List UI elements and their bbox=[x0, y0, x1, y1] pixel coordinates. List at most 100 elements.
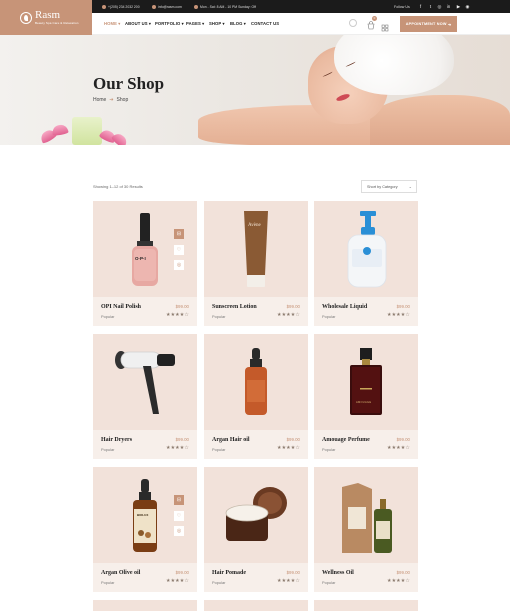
product-image[interactable] bbox=[314, 467, 418, 563]
facebook-icon[interactable]: f bbox=[418, 4, 423, 9]
youtube-icon[interactable]: ▶ bbox=[456, 4, 461, 9]
heart-icon[interactable]: ♡ bbox=[174, 511, 184, 521]
mail-icon bbox=[152, 4, 156, 9]
nav-shop[interactable]: SHOP ▾ bbox=[209, 21, 225, 26]
rating-stars: ★★★★☆ bbox=[165, 446, 189, 451]
rating-stars: ★★★★☆ bbox=[165, 579, 189, 584]
product-price: $99.00 bbox=[396, 304, 410, 309]
product-price: $99.00 bbox=[396, 570, 410, 575]
breadcrumb-current: Shop bbox=[116, 97, 129, 103]
product-image[interactable]: Avène bbox=[204, 201, 308, 297]
rss-icon[interactable]: ◉ bbox=[465, 4, 470, 9]
twitter-icon[interactable]: t bbox=[428, 4, 433, 9]
rating-stars: ★★★★☆ bbox=[165, 313, 189, 318]
instagram-icon[interactable]: ◎ bbox=[437, 4, 442, 9]
nav-home[interactable]: HOME ▾ bbox=[104, 21, 120, 26]
product-image[interactable] bbox=[93, 334, 197, 430]
product-category: Popular bbox=[322, 314, 336, 319]
nav-contact[interactable]: CONTACT US bbox=[251, 21, 279, 26]
email-info[interactable]: info@rasm.com bbox=[152, 2, 182, 11]
product-name[interactable]: Hair Dryers bbox=[101, 437, 132, 443]
linkedin-icon[interactable]: in bbox=[446, 4, 451, 9]
product-card[interactable]: Hair Dryers $99.00 Popular ★★★★☆ bbox=[93, 334, 197, 459]
eye-icon[interactable]: ◎ bbox=[174, 260, 184, 270]
lotus-logo-icon bbox=[20, 11, 32, 24]
rating-stars: ★★★★☆ bbox=[276, 313, 300, 318]
follow-label: Follow Us bbox=[394, 4, 410, 9]
product-name[interactable]: Hair Pomade bbox=[212, 570, 246, 576]
hours-text: Mon - Sat: 8 AM - 10 PM Sunday: Off bbox=[200, 4, 256, 9]
product-card[interactable]: AMOUAGE Amouage Perfume $99.00 Popular ★… bbox=[314, 334, 418, 459]
product-category: Popular bbox=[322, 447, 336, 452]
product-image[interactable]: O·P·I ⊟ ♡ ◎ bbox=[93, 201, 197, 297]
product-image[interactable]: AMOUAGE bbox=[314, 334, 418, 430]
product-image[interactable] bbox=[204, 467, 308, 563]
product-card[interactable]: BIOLUX ⊟ ♡ ◎ Argan Olive oil $99.00 Popu… bbox=[93, 467, 197, 592]
brand-name: Rasm bbox=[35, 8, 61, 21]
search-icon[interactable] bbox=[349, 19, 357, 27]
nav-portfolio[interactable]: PORTFOLIO ▾ bbox=[155, 21, 184, 26]
cart-icon[interactable]: ⊟ bbox=[174, 229, 184, 239]
page-hero: Our Shop Home ➔ Shop bbox=[0, 35, 510, 145]
brand-logo[interactable]: Rasm Beauty Spa Care & Relaxation bbox=[0, 0, 92, 35]
breadcrumb: Home ➔ Shop bbox=[93, 97, 128, 103]
product-name[interactable]: Wholesale Liquid bbox=[322, 304, 367, 310]
product-info: Amouage Perfume $99.00 Popular ★★★★☆ bbox=[314, 430, 418, 459]
product-info: OPI Nail Polish $99.00 Popular ★★★★☆ bbox=[93, 297, 197, 326]
rating-stars: ★★★★☆ bbox=[386, 313, 410, 318]
product-card[interactable]: O·P·I ⊟ ♡ ◎ OPI Nail Polish $99.00 Popul… bbox=[93, 201, 197, 326]
product-card[interactable]: Wellness Oil $99.00 Popular ★★★★☆ bbox=[314, 467, 418, 592]
product-category: Popular bbox=[322, 580, 336, 585]
product-price: $99.00 bbox=[396, 437, 410, 442]
sort-select[interactable]: Short by Category ⌄ bbox=[361, 180, 417, 193]
product-name[interactable]: OPI Nail Polish bbox=[101, 304, 141, 310]
product-category: Popular bbox=[101, 580, 115, 585]
product-image[interactable] bbox=[314, 201, 418, 297]
product-info: Argan Olive oil $99.00 Popular ★★★★☆ bbox=[93, 563, 197, 592]
rating-stars: ★★★★☆ bbox=[386, 446, 410, 451]
product-price: $99.00 bbox=[175, 437, 189, 442]
product-price: $99.00 bbox=[175, 304, 189, 309]
product-name[interactable]: Argan Olive oil bbox=[101, 570, 140, 576]
heart-icon[interactable]: ♡ bbox=[174, 245, 184, 255]
phone-info: +(205) 234 2032 200 bbox=[102, 2, 140, 11]
results-count: Showing 1–12 of 30 Results bbox=[93, 184, 143, 189]
chevron-down-icon: ⌄ bbox=[408, 184, 412, 189]
product-info: Wholesale Liquid $99.00 Popular ★★★★☆ bbox=[314, 297, 418, 326]
rating-stars: ★★★★☆ bbox=[276, 579, 300, 584]
grid-menu-icon[interactable] bbox=[381, 19, 389, 32]
hero-image-shoulder bbox=[370, 95, 510, 145]
clock-icon bbox=[194, 4, 198, 9]
nav-about[interactable]: ABOUT US ▾ bbox=[125, 21, 151, 26]
eye-icon[interactable]: ◎ bbox=[174, 526, 184, 536]
perfume-label: AMOUAGE bbox=[356, 401, 372, 404]
hero-candle bbox=[72, 117, 102, 145]
appointment-button[interactable]: APPOINTMENT NOW ➔ bbox=[400, 16, 457, 32]
nav-pages[interactable]: PAGES ▾ bbox=[186, 21, 204, 26]
nav-blog[interactable]: BLOG ▾ bbox=[230, 21, 246, 26]
oil-label: BIOLUX bbox=[137, 513, 149, 517]
product-image[interactable]: BIOLUX ⊟ ♡ ◎ bbox=[93, 467, 197, 563]
product-card[interactable]: Wholesale Liquid $99.00 Popular ★★★★☆ bbox=[314, 201, 418, 326]
shop-page: +(205) 234 2032 200 info@rasm.com Mon - … bbox=[0, 0, 510, 611]
product-name[interactable]: Sunscreen Lotion bbox=[212, 304, 257, 310]
product-name[interactable]: Wellness Oil bbox=[322, 570, 354, 576]
product-card[interactable]: Hair Pomade $99.00 Popular ★★★★☆ bbox=[204, 467, 308, 592]
brand-tagline: Beauty Spa Care & Relaxation bbox=[35, 20, 79, 25]
product-card-partial[interactable] bbox=[204, 600, 308, 611]
product-name[interactable]: Argan Hair oil bbox=[212, 437, 250, 443]
product-card[interactable]: Argan Hair oil $99.00 Popular ★★★★☆ bbox=[204, 334, 308, 459]
product-card-partial[interactable] bbox=[314, 600, 418, 611]
email-text[interactable]: info@rasm.com bbox=[158, 5, 182, 9]
product-image[interactable] bbox=[204, 334, 308, 430]
product-card[interactable]: Avène Sunscreen Lotion $99.00 Popular ★★… bbox=[204, 201, 308, 326]
product-category: Popular bbox=[101, 447, 115, 452]
product-card-partial[interactable] bbox=[93, 600, 197, 611]
cart-icon[interactable]: ⊟ bbox=[174, 495, 184, 505]
product-name[interactable]: Amouage Perfume bbox=[322, 437, 370, 443]
opi-label: O·P·I bbox=[135, 256, 146, 261]
breadcrumb-home[interactable]: Home bbox=[93, 97, 106, 103]
cart-icon[interactable]: 0 bbox=[366, 16, 377, 30]
page-title: Our Shop bbox=[93, 74, 165, 93]
product-price: $99.00 bbox=[286, 437, 300, 442]
